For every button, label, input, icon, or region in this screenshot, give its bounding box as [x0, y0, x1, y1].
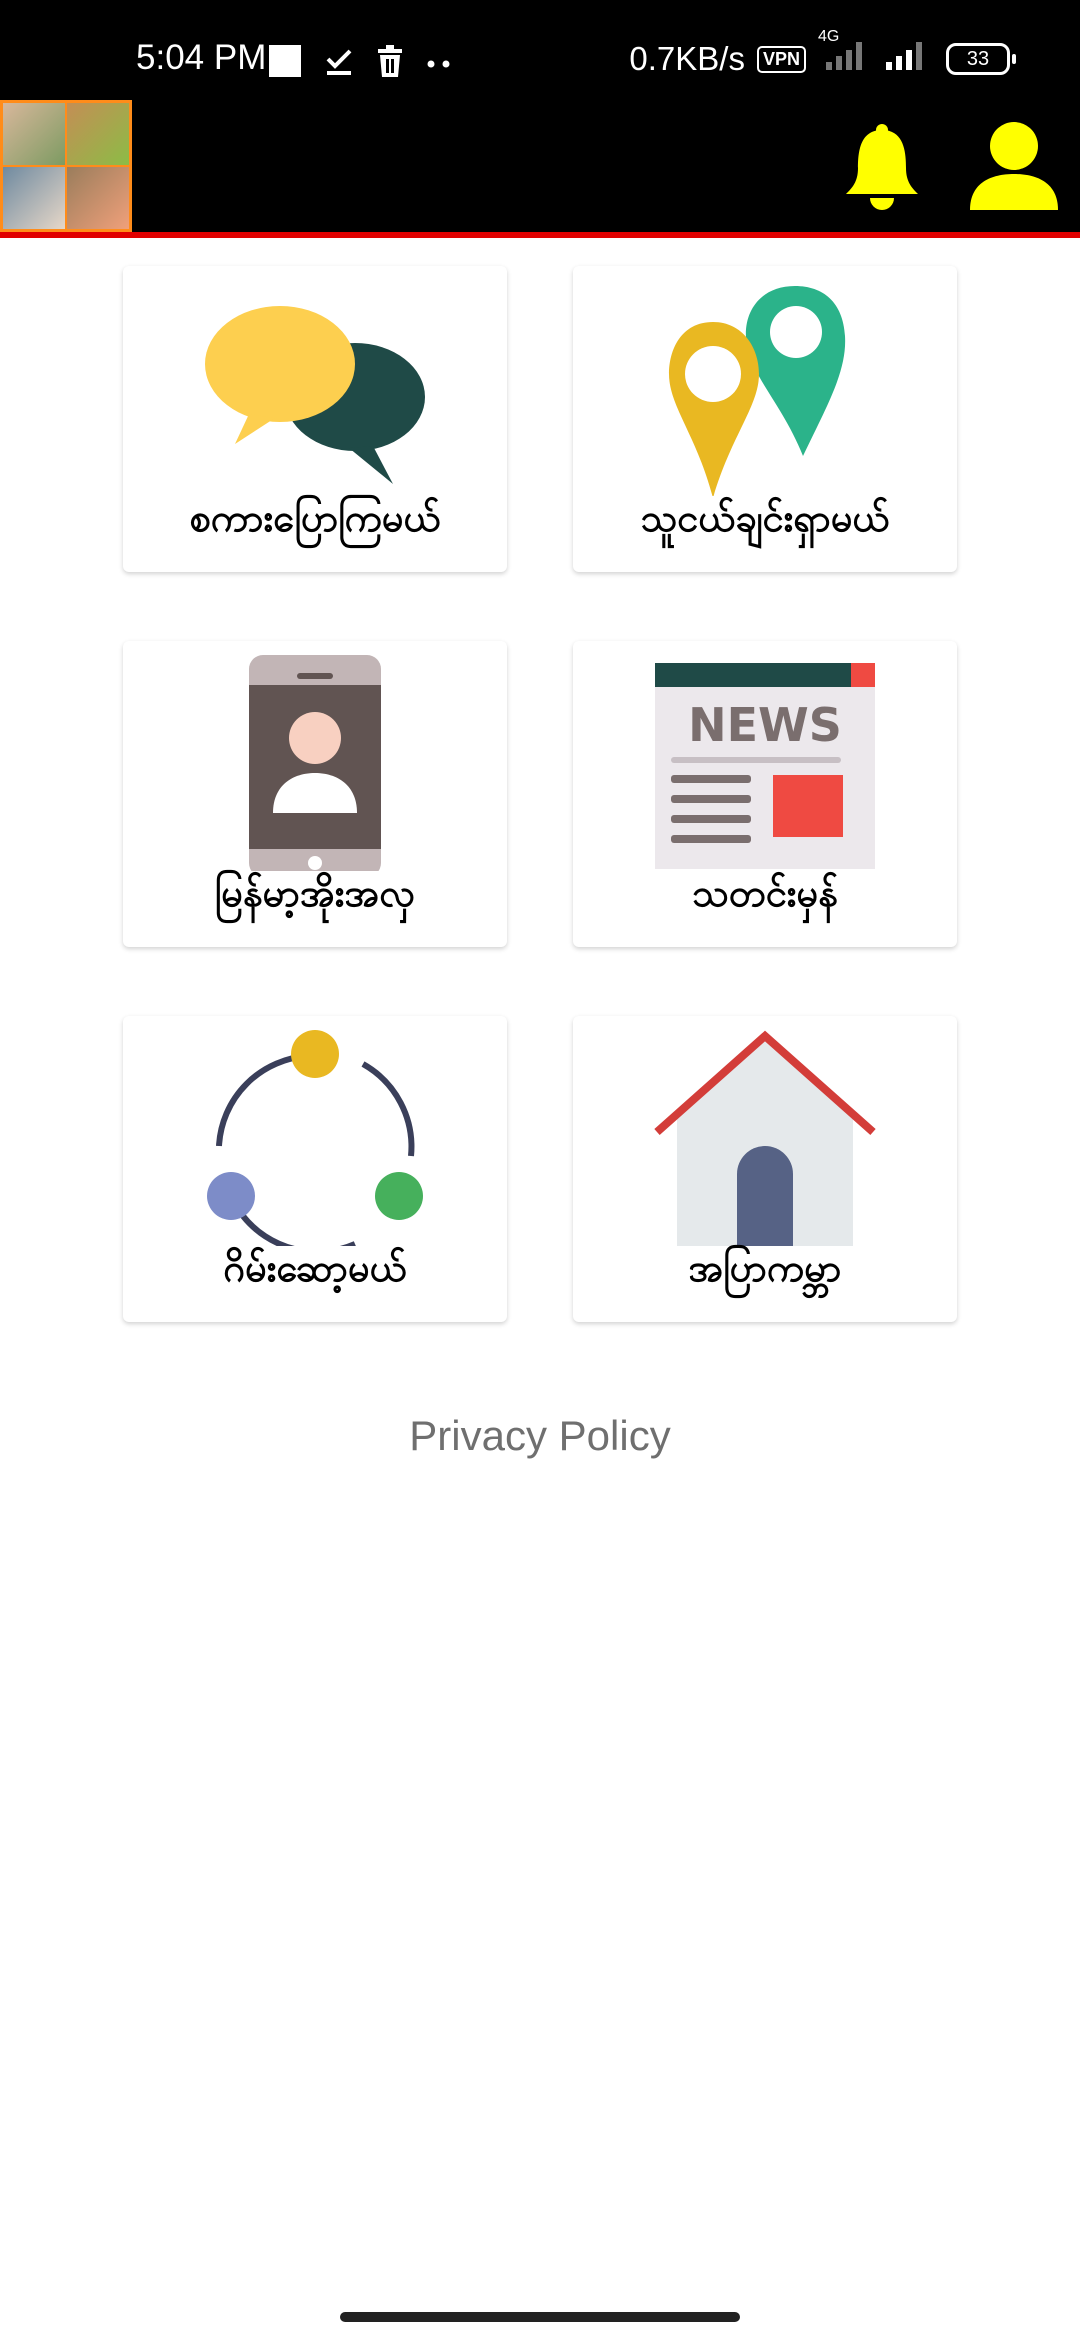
thumbnail-photo — [67, 103, 129, 165]
phone-contact-icon — [249, 655, 381, 871]
location-pins-icon — [669, 286, 846, 496]
menu-card-myanmar-beauty[interactable]: မြန်မာ့အိုးအလှ — [123, 641, 507, 947]
notification-button[interactable] — [842, 122, 922, 214]
user-icon — [970, 122, 1058, 210]
battery-icon: 33 — [946, 43, 1016, 75]
status-notification-icons — [268, 44, 456, 82]
chat-bubbles-icon — [205, 306, 425, 484]
signal-icon — [882, 38, 934, 80]
thumbnail-photo — [3, 103, 65, 165]
news-icon: NEWS — [655, 663, 875, 869]
profile-button[interactable] — [968, 120, 1060, 212]
trash-icon — [376, 45, 404, 81]
menu-card-label: သတင်းမှန် — [692, 871, 838, 915]
menu-card-label: မြန်မာ့အိုးအလှ — [214, 871, 416, 915]
net-speed: 0.7KB/s — [629, 40, 745, 77]
signal-icon: 4G — [818, 28, 870, 80]
thumbnail-photo — [67, 167, 129, 229]
profile-thumbnail[interactable] — [0, 100, 132, 232]
home-indicator[interactable] — [340, 2312, 740, 2322]
menu-card-label: စကားပြောကြမယ် — [189, 496, 441, 540]
network-type: 4G — [818, 28, 840, 45]
status-system-icons: 0.7KB/s VPN 4G 33 — [629, 28, 1016, 80]
menu-card-games[interactable]: ဂိမ်းဆော့မယ် — [123, 1016, 507, 1322]
menu-card-chat[interactable]: စကားပြောကြမယ် — [123, 266, 507, 572]
privacy-policy-link[interactable]: Privacy Policy — [0, 1412, 1080, 1460]
menu-card-news[interactable]: NEWS သတင်းမှန် — [573, 641, 957, 947]
vpn-badge: VPN — [756, 45, 806, 73]
download-done-icon — [324, 45, 354, 81]
bell-icon — [846, 124, 918, 210]
connection-circle-icon — [207, 1030, 423, 1246]
square-icon — [268, 44, 302, 82]
menu-card-label: သူငယ်ချင်းရှာမယ် — [640, 496, 890, 540]
status-time: 5:04 PM — [136, 38, 267, 77]
status-bar: 5:04 PM 0.7KB/s VPN 4G 33 — [0, 0, 1080, 100]
menu-card-label: အပြာကမ္ဘာ — [688, 1246, 842, 1290]
news-icon-text: NEWS — [688, 698, 842, 752]
more-dots-icon — [426, 54, 456, 73]
house-icon — [654, 1030, 876, 1246]
menu-card-find-friends[interactable]: သူငယ်ချင်းရှာမယ် — [573, 266, 957, 572]
menu-card-blue-world[interactable]: အပြာကမ္ဘာ — [573, 1016, 957, 1322]
app-bar — [0, 100, 1080, 238]
menu-card-label: ဂိမ်းဆော့မယ် — [223, 1246, 407, 1290]
thumbnail-photo — [3, 167, 65, 229]
